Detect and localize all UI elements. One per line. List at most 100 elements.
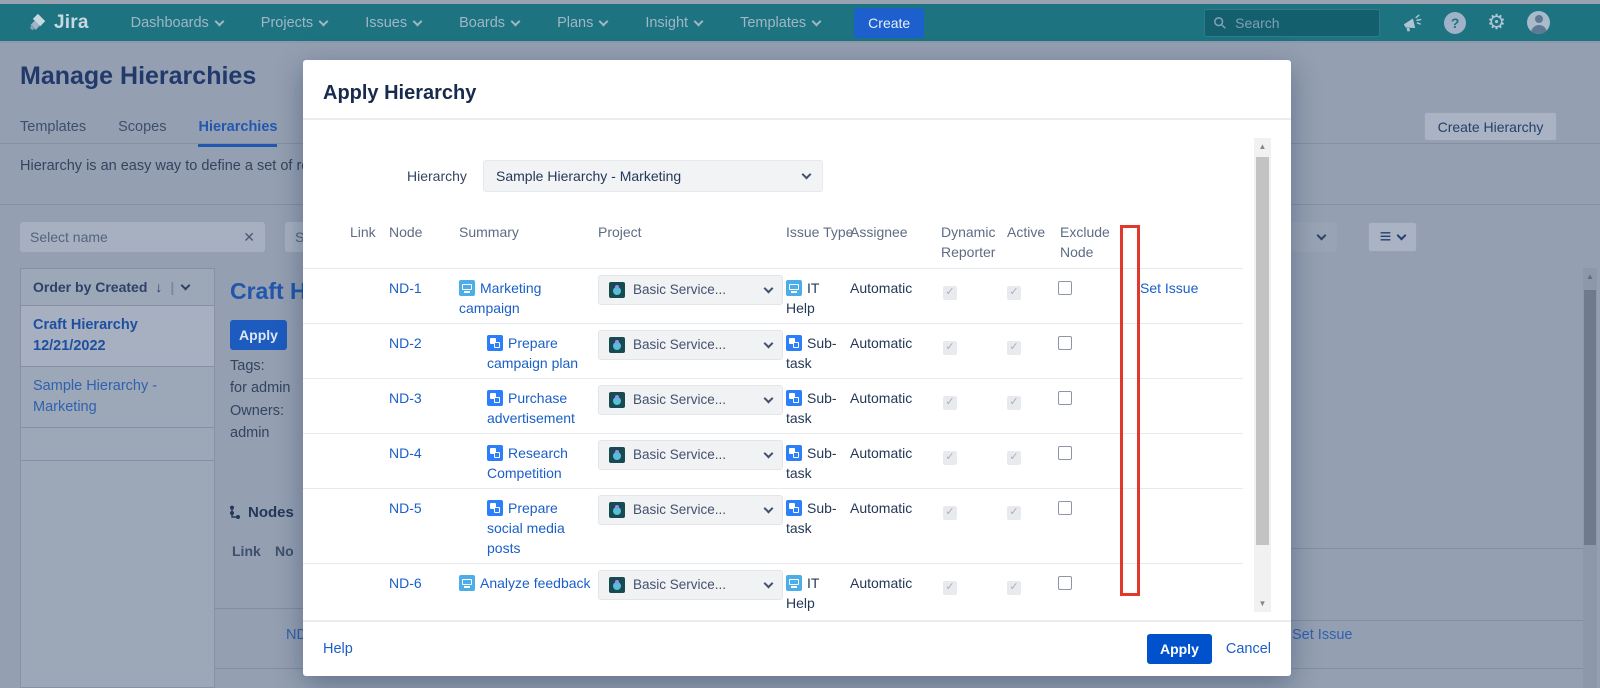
- nav-item-plans[interactable]: Plans: [557, 15, 607, 31]
- subtask-icon: [786, 500, 802, 516]
- order-by-header[interactable]: Order by Created |: [21, 269, 214, 306]
- clear-icon[interactable]: ✕: [243, 229, 255, 246]
- modal-footer: Help Apply Cancel: [303, 622, 1291, 676]
- issue-type-cell: Sub-task: [786, 443, 844, 483]
- owners-value: admin: [230, 425, 270, 441]
- chevron-down-icon: [764, 339, 774, 349]
- col-assignee: Assignee: [850, 222, 908, 242]
- chevron-down-icon: [599, 16, 609, 26]
- create-button[interactable]: Create: [854, 8, 924, 38]
- project-cell: Basic Service...: [598, 495, 783, 525]
- nav-item-projects[interactable]: Projects: [261, 15, 327, 31]
- table-row: ND-1 Marketing campaign Basic Service...…: [303, 268, 1243, 323]
- exclude-node-checkbox[interactable]: [1058, 501, 1072, 515]
- help-icon[interactable]: ?: [1444, 12, 1466, 34]
- gear-icon[interactable]: ⚙: [1487, 12, 1506, 33]
- project-select[interactable]: Basic Service...: [598, 330, 783, 360]
- project-select[interactable]: Basic Service...: [598, 275, 783, 305]
- table-row: ND-3 Purchase advertisement Basic Servic…: [303, 378, 1243, 433]
- dynamic-reporter-checkbox: [943, 396, 957, 410]
- summary-link[interactable]: Analyze feedback: [480, 575, 591, 591]
- assignee-cell: Automatic: [850, 388, 912, 408]
- node-id-link[interactable]: ND-2: [389, 335, 422, 351]
- node-id-link[interactable]: ND-4: [389, 445, 422, 461]
- table-row: ND-6 Analyze feedback Basic Service... I…: [303, 563, 1243, 608]
- nav-item-templates[interactable]: Templates: [740, 15, 820, 31]
- modal-title: Apply Hierarchy: [323, 82, 476, 105]
- table-row: ND-2 Prepare campaign plan Basic Service…: [303, 323, 1243, 378]
- project-select[interactable]: Basic Service...: [598, 385, 783, 415]
- hierarchy-select[interactable]: Sample Hierarchy - Marketing: [483, 160, 823, 192]
- set-issue-link[interactable]: Set Issue: [1140, 280, 1198, 296]
- select-name-input[interactable]: Select name ✕: [20, 222, 265, 252]
- create-hierarchy-button[interactable]: Create Hierarchy: [1424, 112, 1557, 141]
- exclude-node-checkbox[interactable]: [1058, 281, 1072, 295]
- sort-direction-icon[interactable]: [155, 279, 162, 295]
- page-scrollbar-thumb[interactable]: [1584, 290, 1596, 545]
- view-menu-button[interactable]: [1368, 222, 1417, 252]
- scroll-up-icon[interactable]: ▲: [1254, 142, 1271, 151]
- bg-col-node: No: [275, 543, 294, 559]
- order-by-label: Order by Created: [33, 279, 147, 295]
- apply-hierarchy-button-bg[interactable]: Apply: [230, 320, 287, 350]
- modal-scrollbar-thumb[interactable]: [1256, 157, 1269, 545]
- nav-item-boards[interactable]: Boards: [459, 15, 519, 31]
- divider: [303, 118, 1291, 120]
- subtask-icon: [487, 335, 503, 351]
- dynamic-reporter-checkbox: [943, 506, 957, 520]
- dynamic-reporter-checkbox: [943, 341, 957, 355]
- exclude-node-checkbox[interactable]: [1058, 576, 1072, 590]
- project-select[interactable]: Basic Service...: [598, 495, 783, 525]
- avatar[interactable]: [1527, 11, 1550, 34]
- hierarchy-field-label: Hierarchy: [407, 168, 483, 184]
- divider: |: [170, 279, 174, 295]
- node-id-link[interactable]: ND-5: [389, 500, 422, 516]
- bg-set-issue-link[interactable]: Set Issue: [1292, 627, 1352, 643]
- table-header-row: Link Node Summary Project Issue Type Ass…: [303, 222, 1243, 268]
- scroll-up-icon[interactable]: ▲: [1583, 272, 1597, 281]
- col-dynamic-reporter: Dynamic Reporter: [941, 222, 1003, 262]
- detail-heading: Craft H: [230, 278, 307, 305]
- chevron-down-icon: [764, 394, 774, 404]
- nodes-section-header: Nodes: [228, 504, 294, 521]
- divider: [1291, 548, 1583, 549]
- chevron-down-icon: [694, 16, 704, 26]
- subtask-icon: [786, 445, 802, 461]
- project-cell: Basic Service...: [598, 275, 783, 305]
- search-input[interactable]: Search: [1204, 9, 1380, 37]
- page-title: Manage Hierarchies: [20, 62, 256, 91]
- nav-item-issues[interactable]: Issues: [365, 15, 421, 31]
- project-select[interactable]: Basic Service...: [598, 570, 783, 600]
- list-item-sample-hierarchy[interactable]: Sample Hierarchy - Marketing: [21, 367, 214, 428]
- nav-item-insight[interactable]: Insight: [645, 15, 702, 31]
- col-exclude-node: Exclude Node: [1060, 222, 1114, 262]
- nav-item-dashboards[interactable]: Dashboards: [131, 15, 223, 31]
- project-select[interactable]: Basic Service...: [598, 440, 783, 470]
- page-scrollbar[interactable]: ▲: [1583, 268, 1597, 688]
- exclude-node-checkbox[interactable]: [1058, 446, 1072, 460]
- chevron-down-icon: [812, 16, 822, 26]
- project-name: Basic Service...: [633, 500, 726, 520]
- scroll-down-icon[interactable]: ▼: [1254, 599, 1271, 608]
- modal-scrollbar[interactable]: ▲ ▼: [1254, 138, 1271, 612]
- chevron-down-icon: [214, 16, 224, 26]
- help-link[interactable]: Help: [323, 641, 353, 657]
- jira-logo[interactable]: Jira: [26, 12, 89, 34]
- jira-logo-text: Jira: [54, 12, 89, 34]
- node-id-link[interactable]: ND-3: [389, 390, 422, 406]
- project-name: Basic Service...: [633, 335, 726, 355]
- node-id-link[interactable]: ND-1: [389, 280, 422, 296]
- apply-button[interactable]: Apply: [1147, 634, 1212, 664]
- annotation-red-box: [1120, 225, 1140, 596]
- list-item-craft-hierarchy[interactable]: Craft Hierarchy 12/21/2022: [21, 306, 214, 367]
- jira-logo-icon: [26, 12, 48, 34]
- cancel-link[interactable]: Cancel: [1226, 641, 1271, 657]
- active-checkbox: [1007, 581, 1021, 595]
- megaphone-icon[interactable]: [1401, 13, 1423, 33]
- exclude-node-checkbox[interactable]: [1058, 391, 1072, 405]
- issue-type-cell: Sub-task: [786, 498, 844, 538]
- chevron-down-icon[interactable]: [181, 281, 191, 291]
- exclude-node-checkbox[interactable]: [1058, 336, 1072, 350]
- node-id-link[interactable]: ND-6: [389, 575, 422, 591]
- search-icon: [1213, 16, 1227, 30]
